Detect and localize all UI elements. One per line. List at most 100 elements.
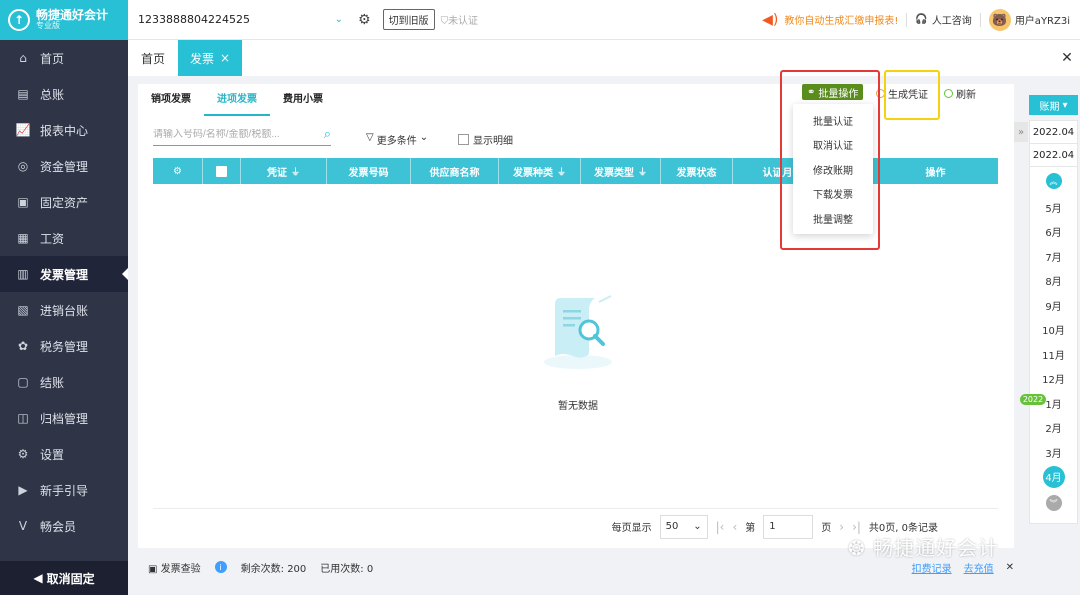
period-panel: 2022.04 2022.04 ︽ 5月 6月 7月 8月 9月 10月 11月… [1029,120,1078,524]
sidebar-item-sales-ledger[interactable]: ▧ 进销台账 [0,292,128,328]
info-icon[interactable]: i [214,561,227,573]
month-item[interactable]: 2月 [1030,416,1077,441]
close-icon[interactable]: ✕ [1006,562,1014,573]
gear-icon: ⚙ [17,447,29,461]
search-input[interactable] [153,129,303,140]
sidebar-item-invoice[interactable]: ▥ 发票管理 [0,256,128,292]
gear-icon[interactable]: ⚙ [358,12,371,28]
user-menu[interactable]: 🐻 用户aYRZ3i [988,8,1070,31]
sidebar-item-ledger[interactable]: ▤ 总账 [0,76,128,112]
filter-icon[interactable]: ⏚ [638,165,647,178]
period-end[interactable]: 2022.04 [1030,144,1077,167]
next-page-icon[interactable]: › [839,520,844,534]
tab-expense-receipt[interactable]: 费用小票 [270,84,336,116]
refresh-icon [944,89,953,98]
empty-state: 暂无数据 [498,284,658,412]
sidebar-item-home[interactable]: ⌂ 首页 [0,40,128,76]
show-detail-checkbox[interactable]: 显示明细 [458,132,513,147]
sidebar-item-tax[interactable]: ✿ 税务管理 [0,328,128,364]
search-box: ⌕ [153,124,331,146]
tab-output-invoice[interactable]: 销项发票 [138,84,204,116]
empty-text: 暂无数据 [558,401,598,412]
filter-icon[interactable]: ⏚ [291,165,300,178]
tab-home[interactable]: 首页 [128,40,178,76]
more-conditions-button[interactable]: ▽ 更多条件 ⌄ [366,132,428,147]
month-item[interactable]: 12月 [1030,367,1077,392]
period-start[interactable]: 2022.04 [1030,121,1077,144]
column-invoice-number[interactable]: 发票号码 [327,158,411,184]
headset-icon: 🎧 [915,14,928,25]
sidebar-item-reports[interactable]: 📈 报表中心 [0,112,128,148]
tab-invoice[interactable]: 发票 × [178,40,242,76]
period-button[interactable]: 账期 ▾ [1029,95,1078,115]
month-item[interactable]: 10月 [1030,318,1077,343]
expand-panel-icon[interactable]: » [1014,122,1028,142]
sidebar-item-funds[interactable]: ◎ 资金管理 [0,148,128,184]
tab-input-invoice[interactable]: 进项发票 [204,84,270,116]
page-number-input[interactable]: 1 [763,514,814,539]
refresh-button[interactable]: 刷新 [944,86,976,101]
scan-icon: ▣ [148,563,158,575]
first-page-icon[interactable]: |‹ [716,520,725,534]
column-settings[interactable]: ⚙ [153,158,203,184]
tax-icon: ✿ [17,339,29,353]
checkbox[interactable] [216,165,227,177]
sidebar-item-salary[interactable]: ▦ 工资 [0,220,128,256]
sidebar-item-vip[interactable]: V 畅会员 [0,508,128,544]
invoice-icon: ▥ [17,267,29,281]
invoice-panel: 销项发票 进项发票 费用小票 ⌕ ▽ 更多条件 ⌄ 显示明细 ⚙ 凭证⏚ 发票号… [138,84,1014,548]
close-all-tabs-icon[interactable]: ✕ [1054,40,1080,76]
sidebar: ↑ 畅捷通好会计 专业版 ⌂ 首页 ▤ 总账 📈 报表中心 ◎ 资金管理 ▣ 固定资产 ▦… [0,0,128,595]
caret-down-icon: ▾ [1062,99,1068,111]
month-item[interactable]: 5月 [1030,195,1077,220]
month-item[interactable]: 7月 [1030,244,1077,269]
sidebar-item-guide[interactable]: ▶ 新手引导 [0,472,128,508]
watermark: ❂ 畅捷通好会计 [848,536,1000,560]
home-icon: ⌂ [19,51,27,65]
chevron-down-icon: ⌄ [419,132,429,143]
recharge-link[interactable]: 去充值 [964,560,994,575]
search-icon[interactable]: ⌕ [324,127,331,142]
brand-tier: 专业版 [36,21,60,31]
cancel-fixed-button[interactable]: ◀ 取消固定 [0,561,128,595]
column-supplier[interactable]: 供应商名称 [411,158,499,184]
column-invoice-kind[interactable]: 发票种类 ⏚ [499,158,581,184]
sidebar-item-settings[interactable]: ⚙ 设置 [0,436,128,472]
month-item[interactable]: 3月 [1030,440,1077,465]
notice-link[interactable]: ◀) 教你自动生成汇缴申报表! [762,12,898,28]
column-voucher[interactable]: 凭证 ⏚ [241,158,327,184]
sidebar-item-archive[interactable]: ◫ 归档管理 [0,400,128,436]
company-select[interactable]: 1233888804224525 ⌄ [138,13,343,26]
invoice-check[interactable]: ▣ 发票查验 [148,560,201,575]
month-item[interactable]: 6月 [1030,220,1077,245]
month-item[interactable]: 11月 [1030,342,1077,367]
brand[interactable]: ↑ 畅捷通好会计 专业版 [0,0,128,40]
empty-document-icon [544,295,612,369]
archive-icon: ◫ [17,411,29,425]
month-item[interactable]: 8月 [1030,269,1077,294]
asset-icon: ▣ [17,195,29,209]
switch-old-version-button[interactable]: 切到旧版 [382,9,435,30]
month-item[interactable]: 9月 [1030,293,1077,318]
annotation-red-box [780,70,880,250]
ledger-icon: ▤ [17,87,29,101]
scroll-up-icon[interactable]: ︽ [1045,173,1062,189]
speaker-icon: ◀) [762,11,779,28]
column-invoice-type[interactable]: 发票类型 ⏚ [581,158,661,184]
checkbox[interactable] [458,134,469,145]
close-icon[interactable]: × [220,51,230,65]
sidebar-item-settle[interactable]: ▢ 结账 [0,364,128,400]
filter-icon: ▽ [366,132,374,143]
prev-page-icon[interactable]: ‹ [732,520,737,534]
select-all[interactable] [203,158,241,184]
month-item-active[interactable]: 4月 [1030,465,1077,490]
scroll-down-icon[interactable]: ︾ [1045,495,1062,511]
settle-icon: ▢ [17,375,29,389]
guide-icon: ▶ [18,483,28,497]
sidebar-item-fixed-assets[interactable]: ▣ 固定资产 [0,184,128,220]
deduct-record-link[interactable]: 扣费记录 [912,560,952,575]
column-invoice-status[interactable]: 发票状态 [661,158,733,184]
consult-button[interactable]: 🎧 人工咨询 [915,12,971,27]
filter-icon[interactable]: ⏚ [557,165,566,178]
page-size-select[interactable]: 50 ⌄ [659,514,708,539]
